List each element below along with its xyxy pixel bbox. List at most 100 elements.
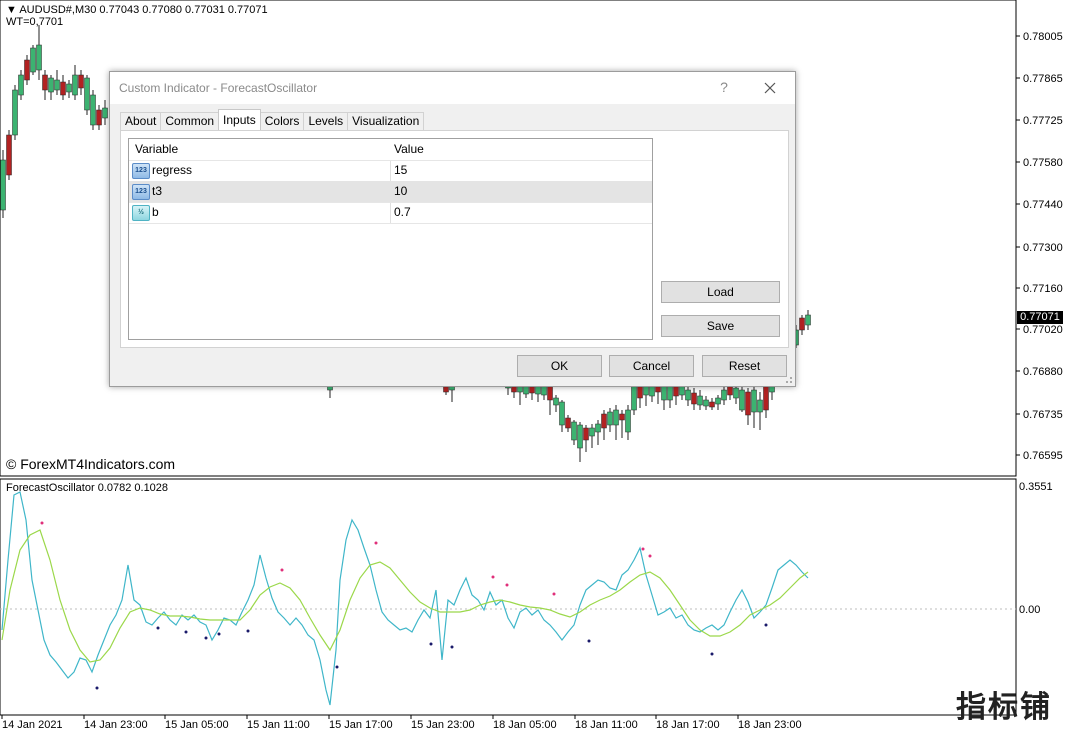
candle-body xyxy=(24,59,30,81)
price-tick-label: 0.77865 xyxy=(1023,73,1063,85)
save-button[interactable]: Save xyxy=(661,315,780,337)
variable-value[interactable]: 15 xyxy=(394,160,644,181)
ok-button[interactable]: OK xyxy=(517,355,602,377)
header-value[interactable]: Value xyxy=(394,139,644,160)
table-row[interactable]: 123 regress 15 xyxy=(129,160,652,182)
oscillator-dot xyxy=(641,547,645,551)
candle-body xyxy=(0,159,6,211)
variable-value[interactable]: 0.7 xyxy=(394,202,644,223)
candle-body xyxy=(18,74,24,96)
oscillator-tick-label: 0.3551 xyxy=(1019,481,1053,493)
watermark: © ForexMT4Indicators.com xyxy=(6,456,176,472)
integer-type-icon: 123 xyxy=(132,163,150,179)
oscillator-dot xyxy=(280,568,284,572)
time-tick-label: 14 Jan 23:00 xyxy=(84,719,148,731)
price-tick-label: 0.78005 xyxy=(1023,31,1063,43)
price-tick-label: 0.76595 xyxy=(1023,450,1063,462)
candle-body xyxy=(571,421,577,441)
dialog-titlebar[interactable]: Custom Indicator - ForecastOscillator ? xyxy=(110,72,795,104)
parameters-table: Variable Value 123 regress 15 123 t3 10 … xyxy=(128,138,653,340)
reset-button[interactable]: Reset xyxy=(702,355,787,377)
candle-body xyxy=(745,391,751,416)
candle-body xyxy=(12,89,18,136)
oscillator-dot xyxy=(587,639,591,643)
oscillator-axis: 0.3551 0.00 xyxy=(1019,481,1053,616)
close-button[interactable] xyxy=(758,76,782,100)
candle-body xyxy=(84,77,90,111)
table-row[interactable]: 123 t3 10 xyxy=(129,181,652,203)
candle-body xyxy=(799,317,805,331)
price-tick-label: 0.76735 xyxy=(1023,409,1063,421)
variable-name: b xyxy=(152,205,159,219)
candle-body xyxy=(661,384,667,401)
current-price-tag: 0.77071 xyxy=(1017,311,1063,324)
table-header: Variable Value xyxy=(129,139,652,161)
oscillator-dot xyxy=(552,592,556,596)
oscillator-dot xyxy=(648,554,652,558)
price-axis: 0.78005 0.77865 0.77725 0.77580 0.77440 0.773… xyxy=(1016,31,1063,462)
tab-colors[interactable]: Colors xyxy=(259,112,305,130)
double-type-icon: ½ xyxy=(132,205,150,221)
price-tick-label: 0.77160 xyxy=(1023,283,1063,295)
load-button[interactable]: Load xyxy=(661,281,780,303)
time-tick-label: 18 Jan 05:00 xyxy=(493,719,557,731)
candle-body xyxy=(30,47,36,73)
oscillator-dot xyxy=(204,636,208,640)
candle-body xyxy=(607,411,613,426)
candle-body xyxy=(601,413,607,429)
candle-body xyxy=(763,384,769,411)
candle-body xyxy=(529,385,535,394)
candle-body xyxy=(565,417,571,429)
candle-body xyxy=(679,385,685,396)
tab-inputs[interactable]: Inputs xyxy=(218,109,261,130)
price-tick-label: 0.77580 xyxy=(1023,157,1063,169)
resize-grip-icon[interactable] xyxy=(785,376,793,384)
custom-indicator-dialog: Custom Indicator - ForecastOscillator ? … xyxy=(109,71,796,387)
candle-body xyxy=(541,385,547,396)
symbol-info: ▼ AUDUSD#,M30 0.77043 0.77080 0.77031 0.… xyxy=(6,4,268,16)
time-tick-label: 15 Jan 17:00 xyxy=(329,719,393,731)
candle-body xyxy=(66,83,72,93)
candle-body xyxy=(613,409,619,426)
dialog-title: Custom Indicator - ForecastOscillator xyxy=(119,81,318,95)
corner-logo: 指标铺 xyxy=(956,690,1052,725)
close-icon xyxy=(764,82,776,94)
time-tick-label: 15 Jan 11:00 xyxy=(247,719,310,731)
oscillator-dot xyxy=(450,645,454,649)
tab-levels[interactable]: Levels xyxy=(303,112,349,130)
oscillator-label: ForecastOscillator 0.0782 0.1028 xyxy=(6,482,169,494)
candle-body xyxy=(625,409,631,433)
candle-body xyxy=(685,389,691,401)
header-variable[interactable]: Variable xyxy=(135,139,371,160)
oscillator-tick-label: 0.00 xyxy=(1019,604,1040,616)
oscillator-dot xyxy=(374,541,378,545)
candle-body xyxy=(48,77,54,93)
oscillator-dot xyxy=(429,642,433,646)
oscillator-dot xyxy=(95,686,99,690)
candle-body xyxy=(523,385,529,395)
candle-body xyxy=(589,427,595,437)
price-tick-label: 0.77440 xyxy=(1023,199,1063,211)
candle-body xyxy=(619,413,625,421)
tab-visualization[interactable]: Visualization xyxy=(347,112,425,130)
candle-body xyxy=(703,399,709,407)
tab-about[interactable]: About xyxy=(120,112,162,130)
variable-name: t3 xyxy=(152,184,163,198)
candle-body xyxy=(691,392,697,405)
candle-body xyxy=(631,384,637,411)
oscillator-dot xyxy=(491,575,495,579)
cancel-button[interactable]: Cancel xyxy=(609,355,694,377)
oscillator-dot xyxy=(710,652,714,656)
candle-body xyxy=(6,134,12,176)
table-row[interactable]: ½ b 0.7 xyxy=(129,202,652,224)
tab-common[interactable]: Common xyxy=(160,112,220,130)
variable-value[interactable]: 10 xyxy=(394,181,644,202)
help-button[interactable]: ? xyxy=(714,79,734,97)
candle-body xyxy=(72,74,78,96)
candle-body xyxy=(805,314,811,326)
candle-body xyxy=(553,397,559,406)
candle-body xyxy=(102,107,108,119)
price-tick-label: 0.77300 xyxy=(1023,242,1063,254)
chart-menu-arrow-icon[interactable]: ▼ xyxy=(6,4,19,16)
time-axis: 14 Jan 2021 14 Jan 23:00 15 Jan 05:00 15 Ja… xyxy=(1,715,802,731)
